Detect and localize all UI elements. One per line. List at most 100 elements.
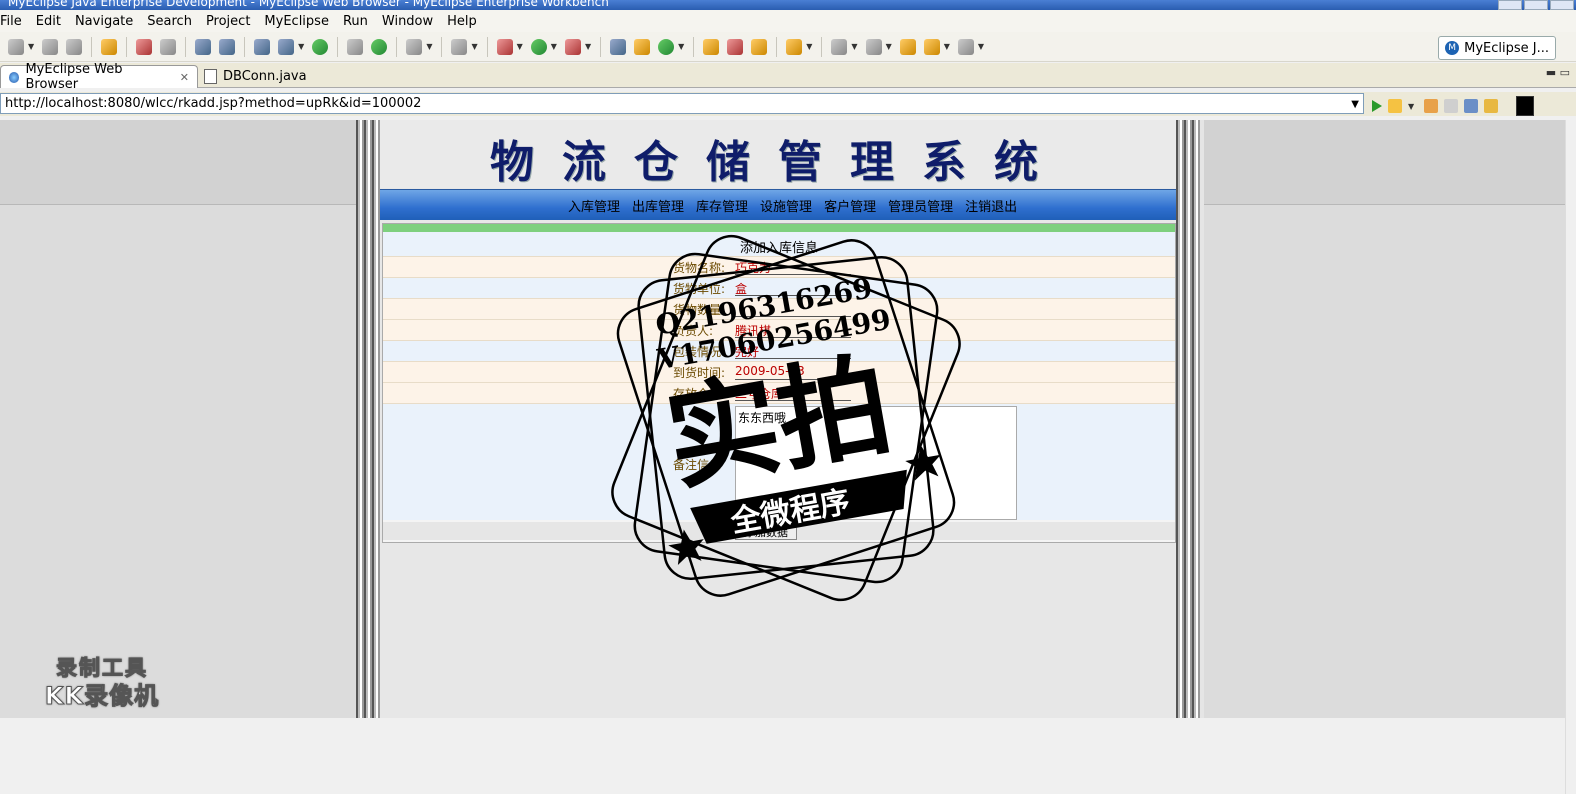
nav-logout[interactable]: 注销退出 [965,196,1017,215]
menu-help[interactable]: Help [440,14,484,29]
nav-bar: 入库管理 出库管理 库存管理 设施管理 客户管理 管理员管理 注销退出 [380,189,1176,220]
prev-annotation-icon[interactable] [865,38,882,55]
view-minmax-icons[interactable]: ▬ ▭ [1546,66,1570,79]
page-content: 物流仓储管理系统 入库管理 出库管理 库存管理 设施管理 客户管理 管理员管理 … [380,120,1176,718]
nav-customers[interactable]: 客户管理 [824,196,876,215]
menu-edit[interactable]: Edit [29,14,68,29]
warehouse-input[interactable]: 二号仓库 [735,385,851,401]
nav-outbound[interactable]: 出库管理 [632,196,684,215]
menu-navigate[interactable]: Navigate [68,14,140,29]
new-file-icon[interactable] [278,38,295,55]
nav-inbound[interactable]: 入库管理 [568,196,620,215]
browser-forward-icon[interactable] [1444,99,1459,113]
goods-quantity-label: 货物数量: [673,303,726,317]
system-header: 物流仓储管理系统 [380,120,1176,188]
black-square-icon[interactable] [1516,96,1535,116]
goods-name-input[interactable]: 巧克力 [735,259,851,275]
arrival-time-input[interactable]: 2009-05-23 [735,364,851,380]
submit-button[interactable]: 添加数据 [735,523,797,540]
forward-icon[interactable] [957,38,974,55]
url-dropdown-icon[interactable]: ▼ [1351,96,1359,114]
open-resource-icon[interactable] [751,38,768,55]
last-edit-icon[interactable] [899,38,916,55]
form-row: 到货时间: 2009-05-23 [383,362,1175,383]
new-class-icon[interactable] [610,38,627,55]
maximize-button[interactable] [1524,0,1548,10]
close-button[interactable] [1550,0,1574,10]
form-heading: 添加入库信息 [739,241,818,256]
browser-back-icon[interactable] [1424,99,1439,113]
form-heading-row: 添加入库信息 [383,232,1175,257]
window-title: MyEclipse Java Enterprise Development - … [8,0,609,9]
form-top-bar [383,224,1175,232]
minimize-button[interactable] [1498,0,1522,10]
main-toolbar: ▼ ▼ ▼ ▼ ▼ ▼ ▼ ▼ ▼ ▼ ▼ ▼ ▼ [0,32,1576,62]
pin-icon[interactable] [727,38,744,55]
wizard-icon[interactable] [451,38,468,55]
favorites-icon[interactable] [1388,99,1402,113]
new-package-icon[interactable] [634,38,651,55]
tab-web-browser-label: MyEclipse Web Browser [25,62,123,92]
myeclipse-icon: M [1445,41,1460,55]
menu-run[interactable]: Run [336,14,375,29]
package-icon[interactable] [101,38,118,55]
menu-file[interactable]: File [0,14,29,29]
browser-refresh-icon[interactable] [1484,99,1499,113]
folder-icon[interactable] [786,38,803,55]
vertical-scrollbar[interactable] [1565,120,1576,794]
goods-quantity-input[interactable] [735,301,851,317]
form-row: 负责人: 腾讯棋 [383,320,1175,341]
menu-search[interactable]: Search [140,14,199,29]
open-folder-icon[interactable] [703,38,720,55]
left-border-stripes [356,120,380,718]
packaging-input[interactable]: 完好 [735,343,851,359]
go-icon[interactable] [1372,100,1382,112]
notes-textarea[interactable]: 东东西哦 [735,406,1017,520]
next-annotation-icon[interactable] [831,38,848,55]
bottom-strip [0,718,1566,794]
run-icon[interactable] [530,38,547,55]
server-icon[interactable] [160,38,177,55]
debug-icon[interactable] [136,38,153,55]
external-tools-icon[interactable] [564,38,581,55]
deploy-icon[interactable] [195,38,212,55]
nav-facilities[interactable]: 设施管理 [760,196,812,215]
new-icon[interactable] [8,38,24,55]
save-icon[interactable] [42,38,59,55]
recorder-watermark: 录制工具 KK录像机 [34,654,170,711]
tab-dbconn[interactable]: DBConn.java [196,65,322,87]
undeploy-icon[interactable] [219,38,236,55]
bug-icon[interactable] [496,38,513,55]
notes-label: 备注信息 [673,458,722,472]
url-input[interactable]: http://localhost:8080/wlcc/rkadd.jsp?met… [0,93,1364,114]
globe-icon [9,71,20,83]
back-icon[interactable] [923,38,940,55]
save-all-icon[interactable] [66,38,83,55]
nav-inventory[interactable]: 库存管理 [696,196,748,215]
menu-window[interactable]: Window [375,14,440,29]
menu-bar: File Edit Navigate Search Project MyEcli… [0,10,1576,32]
db-explorer-icon[interactable] [254,38,271,55]
browser-stop-icon[interactable] [1464,99,1479,113]
form-row: 货物数量: [383,299,1175,320]
close-tab-icon[interactable]: ✕ [180,71,189,84]
nav-admins[interactable]: 管理员管理 [888,196,953,215]
notes-row: 备注信息 东东西哦 [383,404,1175,520]
refresh-icon[interactable] [658,38,675,55]
tab-web-browser[interactable]: MyEclipse Web Browser ✕ [0,62,198,92]
add-icon[interactable] [371,38,388,55]
url-text: http://localhost:8080/wlcc/rkadd.jsp?met… [5,96,422,111]
open-type-icon[interactable] [347,38,364,55]
perspective-switcher[interactable]: M MyEclipse J... [1438,36,1556,60]
web-browser-icon[interactable] [312,38,329,55]
new-dropdown-icon[interactable]: ▼ [28,42,34,51]
goods-unit-input[interactable]: 盒 [735,280,851,296]
inbound-form: 添加入库信息 货物名称: 巧克力 货物单位: 盒 货物数量: 负责人: 腾讯棋 … [382,223,1176,543]
java-file-icon [204,68,217,84]
manager-label: 负责人: [673,324,714,338]
right-border-stripes [1176,120,1200,718]
manager-input[interactable]: 腾讯棋 [735,322,851,338]
menu-project[interactable]: Project [199,14,257,29]
menu-myeclipse[interactable]: MyEclipse [257,14,336,29]
camera-icon[interactable] [406,38,423,55]
